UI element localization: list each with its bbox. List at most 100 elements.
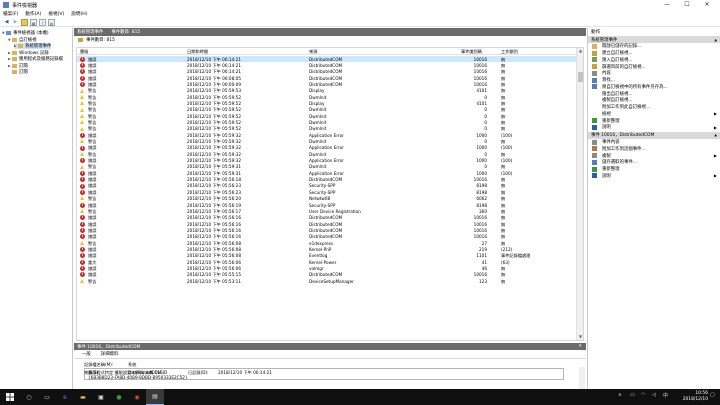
- table-row[interactable]: 警告 2018/12/10 下午 05:53:11 DeviceSetupManag…: [77, 278, 577, 284]
- menu-item-3[interactable]: 說明(H): [71, 11, 87, 17]
- submenu-arrow-icon: ▶: [713, 124, 717, 130]
- cell-id: 1000: [476, 145, 487, 151]
- col-level[interactable]: 層級: [80, 49, 88, 55]
- action-item[interactable]: 說明 ▶: [588, 124, 720, 131]
- col-date[interactable]: 日期和時間: [187, 49, 208, 55]
- back-icon[interactable]: ◀: [3, 19, 10, 26]
- action-item[interactable]: 尋找...: [588, 77, 720, 84]
- details-close-icon[interactable]: ✕: [578, 344, 582, 349]
- volume-icon[interactable]: ◁: [652, 392, 656, 398]
- actions-header: 動作: [591, 29, 601, 35]
- event-viewer-taskbar-icon[interactable]: ▤: [146, 389, 164, 405]
- folder-icon[interactable]: [21, 18, 28, 26]
- task-view-icon[interactable]: ▭: [38, 389, 56, 405]
- help-icon[interactable]: ?: [39, 18, 46, 26]
- cell-id: 219: [479, 246, 487, 252]
- battery-icon[interactable]: ▭: [630, 392, 635, 398]
- store-icon[interactable]: ▣: [92, 389, 110, 405]
- submenu-arrow-icon: ▶: [713, 173, 717, 179]
- action-item[interactable]: 建立自訂檢視...: [588, 50, 720, 57]
- action-item[interactable]: 重新整理: [588, 166, 720, 173]
- action-item[interactable]: 儲存選取的事件...: [588, 159, 720, 166]
- tree-node-4[interactable]: ▶ 應用程式及服務記錄檔: [8, 56, 63, 62]
- menu-bar: 檔案(F) 動作(A) 檢視(V) 說明(H): [0, 10, 720, 18]
- actions-section-admin-events[interactable]: 系統管理事件: [588, 36, 720, 43]
- cell-id: 0: [484, 94, 487, 100]
- tree-node-6[interactable]: 訂閱: [8, 69, 28, 75]
- tab-general[interactable]: 一般: [82, 351, 91, 357]
- action-item[interactable]: 篩選目前的自訂檢視...: [588, 63, 720, 70]
- close-button[interactable]: ✕: [700, 0, 714, 10]
- pane-header: 系統管理事件 事件數目: 815: [74, 28, 586, 36]
- tree-node-3[interactable]: ▶ Windows 記錄: [8, 50, 49, 56]
- scroll-down-icon[interactable]: ▼: [577, 334, 583, 340]
- windows-start-icon[interactable]: [0, 389, 20, 405]
- menu-item-0[interactable]: 檔案(F): [3, 11, 18, 17]
- file-explorer-icon[interactable]: ▬: [74, 389, 92, 405]
- scroll-thumb[interactable]: [578, 72, 583, 82]
- title-bar[interactable]: 事件檢視器: [0, 0, 720, 10]
- details-scrollbar[interactable]: [579, 367, 585, 389]
- show-hide-icon[interactable]: ▤: [48, 18, 55, 26]
- action-item[interactable]: 開啟已儲存的記錄...: [588, 43, 720, 50]
- error-icon: !: [80, 63, 85, 69]
- forward-icon[interactable]: ▶: [12, 19, 19, 26]
- action-item[interactable]: 複製 ▶: [588, 152, 720, 159]
- cell-id: 10016: [473, 221, 487, 227]
- cell-level_text: 警告: [88, 278, 97, 284]
- notification-icon[interactable]: ▢: [710, 392, 715, 398]
- app-icon-green[interactable]: ●: [110, 389, 128, 405]
- edge-icon[interactable]: e: [56, 389, 74, 405]
- tab-details[interactable]: 詳細資料: [101, 351, 119, 357]
- action-item[interactable]: 事件內容: [588, 139, 720, 146]
- minimize-button[interactable]: —: [660, 0, 674, 10]
- filter-icon: [592, 50, 597, 56]
- menu-item-2[interactable]: 檢視(V): [48, 11, 64, 17]
- cell-source: Eventlog: [309, 253, 328, 259]
- maximize-button[interactable]: ☐: [680, 0, 694, 10]
- action-item[interactable]: 複製自訂檢視...: [588, 97, 720, 104]
- taskbar-clock[interactable]: 10:56 2018/12/10: [683, 391, 708, 403]
- action-item[interactable]: 匯入自訂檢視...: [588, 57, 720, 64]
- tree-node-5[interactable]: ▶ 訂閱: [8, 63, 28, 69]
- pane-title: 系統管理事件: [77, 30, 104, 35]
- cell-date: 2018/12/10 下午 05:53:11: [187, 278, 241, 284]
- search-icon[interactable]: ○: [20, 389, 38, 405]
- warning-icon: [80, 101, 84, 106]
- action-item[interactable]: 將自訂檢視中的所有事件另存為...: [588, 84, 720, 91]
- col-source[interactable]: 來源: [309, 49, 317, 55]
- action-item[interactable]: 附加工作到這個事件...: [588, 146, 720, 153]
- menu-item-1[interactable]: 動作(A): [25, 11, 41, 17]
- error-icon: !: [80, 158, 85, 164]
- action-item[interactable]: 附加工作到此自訂檢視...: [588, 104, 720, 111]
- cell-source: Dwmlnit: [309, 107, 327, 113]
- network-icon[interactable]: ◠: [641, 392, 645, 398]
- cell-source: DistributedCOM: [309, 221, 343, 227]
- tree-node-2[interactable]: ▶ 系統管理事件: [14, 43, 52, 49]
- action-item[interactable]: 重新整理: [588, 117, 720, 124]
- col-event-id[interactable]: 事件識別碼: [461, 49, 482, 55]
- events-scrollbar[interactable]: ▲ ▼: [576, 48, 583, 340]
- action-item[interactable]: 說明 ▶: [588, 173, 720, 180]
- cell-id: 123: [479, 278, 487, 284]
- warning-icon: [80, 209, 84, 214]
- panel-icon[interactable]: ▦: [30, 18, 37, 26]
- action-item[interactable]: 匯出自訂檢視...: [588, 90, 720, 97]
- scroll-up-icon[interactable]: ▲: [577, 48, 583, 54]
- action-item[interactable]: 檢視 ▶: [588, 111, 720, 118]
- actions-section-event[interactable]: 事件 10016，DistributedCOM: [588, 131, 720, 139]
- cell-id: 41: [481, 259, 487, 265]
- tray-chevron-icon[interactable]: ∧: [618, 392, 622, 398]
- action-label: 匯入自訂檢視...: [602, 57, 633, 63]
- properties-icon: [592, 70, 597, 76]
- tree-node-0[interactable]: ▼ 事件檢視器 (本機): [2, 30, 49, 36]
- cell-source: DistributedCOM: [309, 215, 343, 221]
- col-category[interactable]: 工作類別: [501, 49, 518, 55]
- chrome-icon[interactable]: ◉: [128, 389, 146, 405]
- source-value: DistributedCOM: [128, 370, 162, 375]
- ime-icon[interactable]: 中: [663, 392, 668, 399]
- action-item[interactable]: 內容: [588, 70, 720, 77]
- action-label: 附加工作到這個事件...: [602, 146, 646, 152]
- tree-node-1[interactable]: ▼ 自訂檢視: [8, 37, 37, 43]
- action-label: 尋找...: [602, 78, 615, 84]
